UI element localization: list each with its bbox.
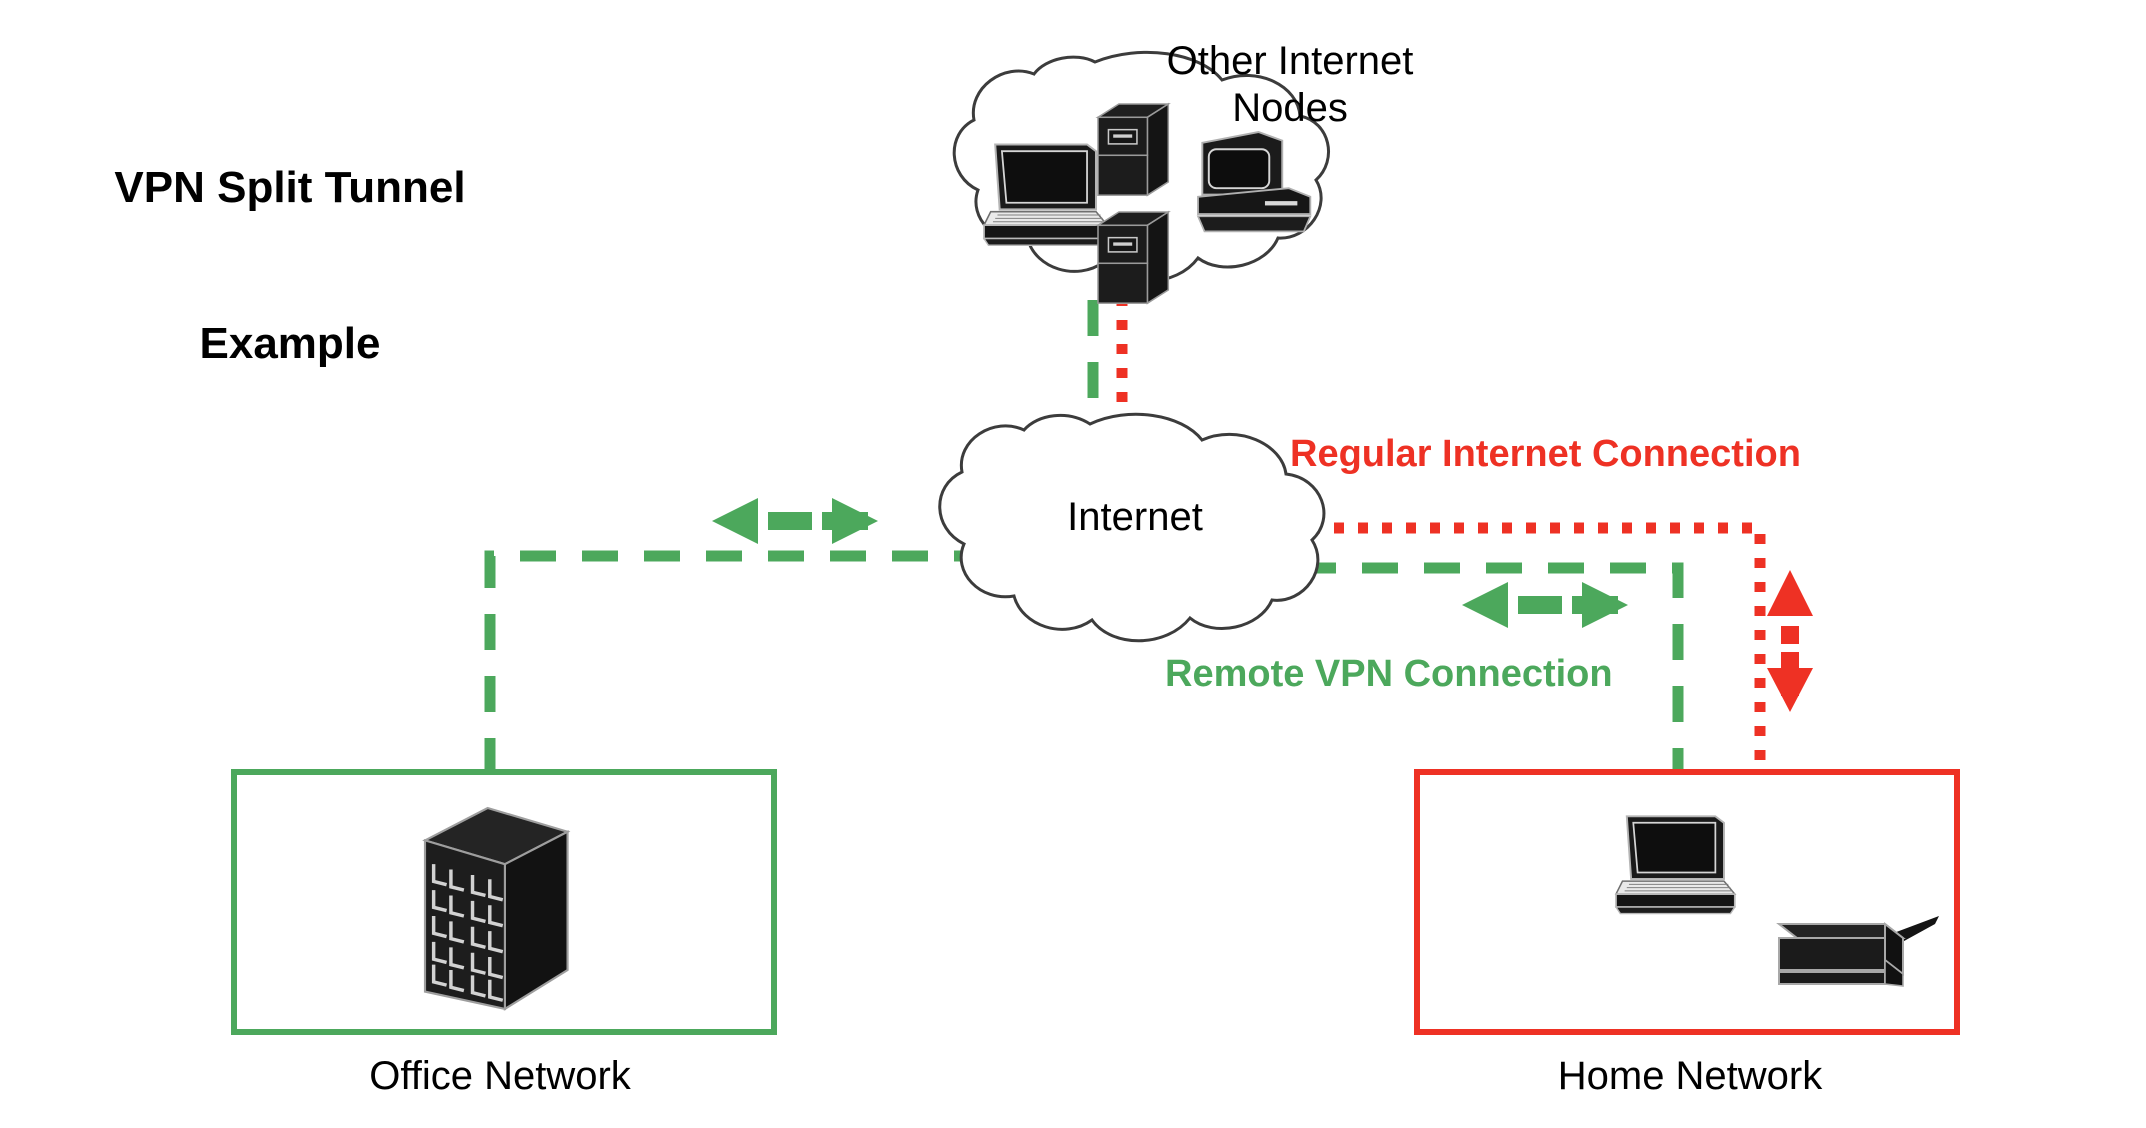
home-laptop-icon [1615, 815, 1736, 915]
cloud-laptop-icon [982, 143, 1109, 247]
page-title: VPN Split Tunnel Example [90, 58, 490, 473]
page-title-line-2: Example [199, 318, 381, 368]
remote-vpn-connection-label: Remote VPN Connection [1165, 653, 1613, 695]
office-network-label: Office Network [369, 1054, 631, 1098]
internet-cloud-label: Internet [1067, 495, 1203, 539]
office-network-box [231, 769, 777, 1035]
home-network-label: Home Network [1557, 1054, 1823, 1098]
cloud-server-bottom-icon [1097, 211, 1170, 304]
vpn-home-bidirectional-arrow [1462, 582, 1628, 628]
other-internet-nodes-label: Other Internet Nodes [1166, 39, 1414, 131]
home-network-box [1414, 769, 1960, 1035]
regular-internet-connection-label: Regular Internet Connection [1290, 433, 1801, 475]
page-title-line-1: VPN Split Tunnel [114, 162, 466, 212]
diagram-canvas: VPN Split Tunnel Example Other Internet … [0, 0, 2146, 1128]
vpn-office-bidirectional-arrow [712, 498, 878, 544]
office-server-rack-icon [423, 806, 570, 1011]
regular-home-bidirectional-arrow [1767, 570, 1813, 712]
